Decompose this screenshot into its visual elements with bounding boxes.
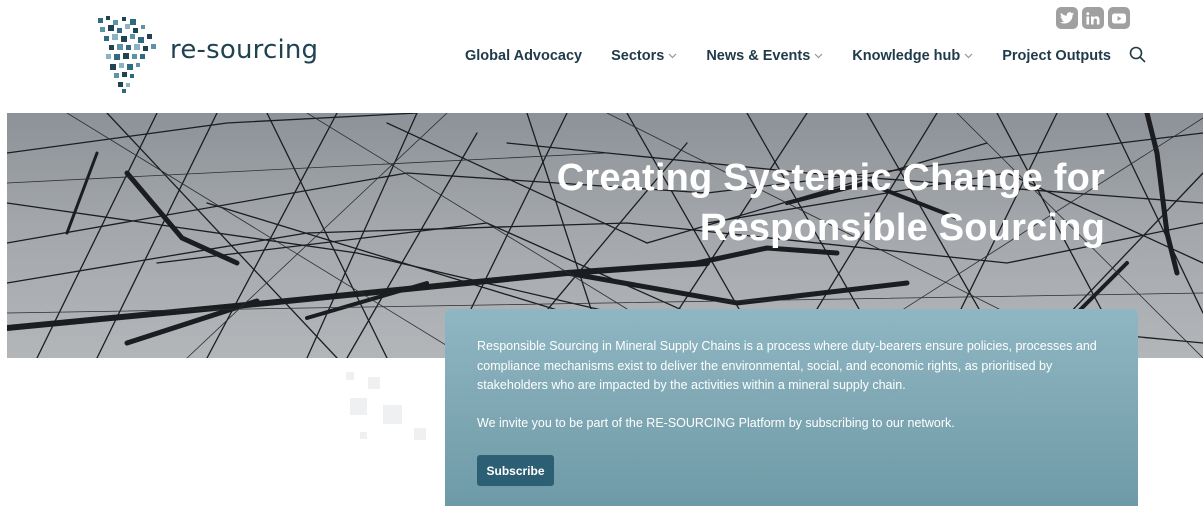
nav-item-global-advocacy[interactable]: Global Advocacy (465, 48, 582, 64)
chevron-down-icon (814, 53, 823, 59)
hero-title-line-1: Creating Systemic Change for (556, 157, 1105, 199)
hero-title-line-2: Responsible Sourcing (699, 207, 1105, 249)
nav-item-knowledge-hub[interactable]: Knowledge hub (852, 48, 973, 64)
hero-title: Creating Systemic Change for Responsible… (557, 153, 1105, 253)
search-icon[interactable] (1129, 46, 1146, 63)
chevron-down-icon (668, 53, 677, 59)
nav-item-label: Sectors (611, 48, 665, 64)
nav-item-label: Global Advocacy (465, 48, 583, 64)
intro-card: Responsible Sourcing in Mineral Supply C… (445, 309, 1138, 506)
decorative-square (346, 372, 354, 380)
decorative-square (360, 432, 367, 439)
youtube-icon[interactable] (1108, 7, 1130, 29)
nav-item-label: News & Events (706, 48, 811, 64)
social-links (1056, 7, 1130, 29)
decorative-square (350, 398, 367, 415)
decorative-square (414, 428, 426, 440)
nav-item-label: Knowledge hub (852, 48, 961, 64)
nav-item-sectors[interactable]: Sectors (611, 48, 677, 64)
intro-paragraph: Responsible Sourcing in Mineral Supply C… (477, 339, 1097, 392)
nav-item-label: Project Outputs (1002, 48, 1111, 64)
site-logo[interactable]: re-sourcing (96, 14, 336, 94)
twitter-icon[interactable] (1056, 7, 1078, 29)
decorative-square (383, 405, 402, 424)
logo-text: re-sourcing (170, 35, 319, 65)
nav-item-news-events[interactable]: News & Events (706, 48, 823, 64)
chevron-down-icon (964, 53, 973, 59)
linkedin-icon[interactable] (1082, 7, 1104, 29)
nav-item-project-outputs[interactable]: Project Outputs (1002, 48, 1111, 64)
decorative-square (368, 377, 380, 389)
logo-mark-icon (98, 16, 156, 93)
subscribe-button[interactable]: Subscribe (477, 455, 554, 486)
main-nav: Global Advocacy Sectors News & Events Kn… (465, 46, 1146, 64)
invite-paragraph: We invite you to be part of the RE-SOURC… (477, 415, 955, 430)
